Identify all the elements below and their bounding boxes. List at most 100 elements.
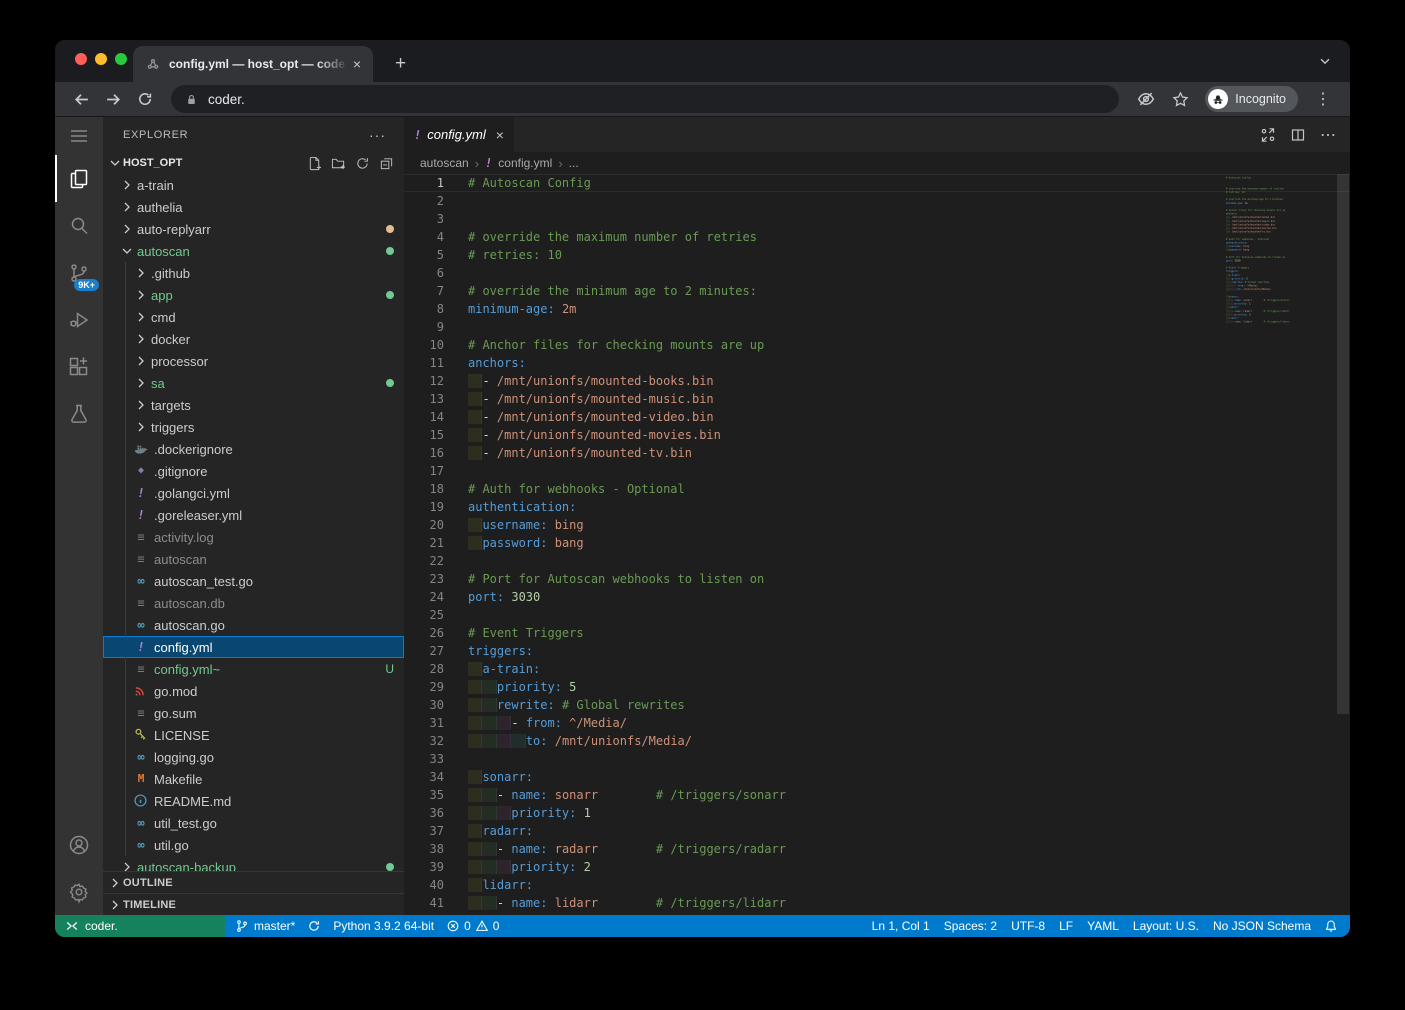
tree-item-autoscan-test-go[interactable]: ∞autoscan_test.go — [103, 570, 404, 592]
tree-item-sa[interactable]: sa — [103, 372, 404, 394]
status-item[interactable]: Layout: U.S. — [1126, 919, 1206, 933]
code-line-30[interactable]: 30 rewrite: # Global rewrites — [404, 696, 1350, 714]
account-icon[interactable] — [55, 821, 103, 868]
tree-item-autoscan[interactable]: autoscan — [103, 240, 404, 262]
code-line-7[interactable]: 7# override the minimum age to 2 minutes… — [404, 282, 1350, 300]
code-line-23[interactable]: 23# Port for Autoscan webhooks to listen… — [404, 570, 1350, 588]
minimap[interactable]: # Autoscan Config# override the maximum … — [1226, 176, 1314, 915]
code-line-39[interactable]: 39 priority: 2 — [404, 858, 1350, 876]
open-changes-icon[interactable] — [1260, 127, 1276, 143]
window-minimize-button[interactable] — [95, 53, 107, 65]
status-item[interactable]: LF — [1052, 919, 1080, 933]
tree-item-autoscan[interactable]: ≡autoscan — [103, 548, 404, 570]
tab-search-chevron-icon[interactable] — [1318, 54, 1332, 73]
tree-item-autoscan-db[interactable]: ≡autoscan.db — [103, 592, 404, 614]
code-line-21[interactable]: 21 password: bang — [404, 534, 1350, 552]
new-file-icon[interactable] — [307, 156, 322, 171]
tree-item--github[interactable]: .github — [103, 262, 404, 284]
code-line-41[interactable]: 41 - name: lidarr # /triggers/lidarr — [404, 894, 1350, 912]
code-line-4[interactable]: 4# override the maximum number of retrie… — [404, 228, 1350, 246]
editor-tab-close-icon[interactable]: × — [496, 127, 504, 143]
code-line-5[interactable]: 5# retries: 10 — [404, 246, 1350, 264]
problems-item[interactable]: 0 0 — [440, 919, 505, 933]
code-line-26[interactable]: 26# Event Triggers — [404, 624, 1350, 642]
code-line-38[interactable]: 38 - name: radarr # /triggers/radarr — [404, 840, 1350, 858]
search-icon[interactable] — [55, 202, 103, 249]
status-item[interactable]: Ln 1, Col 1 — [865, 919, 937, 933]
browser-menu-icon[interactable]: ⋮ — [1308, 85, 1338, 113]
git-branch-item[interactable]: master* — [229, 915, 301, 937]
tree-item-license[interactable]: LICENSE — [103, 724, 404, 746]
views-more-icon[interactable]: ··· — [369, 127, 386, 143]
back-button[interactable] — [67, 85, 95, 113]
tree-item-autoscan-go[interactable]: ∞autoscan.go — [103, 614, 404, 636]
code-line-20[interactable]: 20 username: bing — [404, 516, 1350, 534]
code-line-24[interactable]: 24port: 3030 — [404, 588, 1350, 606]
code-line-2[interactable]: 2 — [404, 192, 1350, 210]
breadcrumb[interactable]: autoscan › ! config.yml › ... — [404, 152, 1350, 174]
code-line-37[interactable]: 37 radarr: — [404, 822, 1350, 840]
outline-section[interactable]: OUTLINE — [103, 871, 404, 893]
code-line-18[interactable]: 18# Auth for webhooks - Optional — [404, 480, 1350, 498]
code-line-31[interactable]: 31 - from: ^/Media/ — [404, 714, 1350, 732]
tree-item-readme-md[interactable]: README.md — [103, 790, 404, 812]
code-line-36[interactable]: 36 priority: 1 — [404, 804, 1350, 822]
notifications-bell-icon[interactable] — [1318, 915, 1344, 937]
browser-tab[interactable]: config.yml — host_opt — code × — [133, 46, 373, 82]
menu-icon[interactable] — [55, 117, 103, 155]
tree-item--dockerignore[interactable]: .dockerignore — [103, 438, 404, 460]
code-line-12[interactable]: 12 - /mnt/unionfs/mounted-books.bin — [404, 372, 1350, 390]
code-line-29[interactable]: 29 priority: 5 — [404, 678, 1350, 696]
tree-item--goreleaser-yml[interactable]: !.goreleaser.yml — [103, 504, 404, 526]
breadcrumb-folder[interactable]: autoscan — [420, 156, 469, 170]
workspace-root-row[interactable]: HOST_OPT — [103, 152, 404, 174]
scrollbar-thumb[interactable] — [1337, 174, 1349, 714]
status-item[interactable]: YAML — [1080, 919, 1126, 933]
tree-item-util-test-go[interactable]: ∞util_test.go — [103, 812, 404, 834]
tree-item--golangci-yml[interactable]: !.golangci.yml — [103, 482, 404, 504]
refresh-icon[interactable] — [355, 156, 370, 171]
settings-gear-icon[interactable] — [55, 868, 103, 915]
code-line-15[interactable]: 15 - /mnt/unionfs/mounted-movies.bin — [404, 426, 1350, 444]
editor-tab-config-yml[interactable]: ! config.yml × — [404, 117, 515, 152]
forward-button[interactable] — [99, 85, 127, 113]
tree-item-config-yml-[interactable]: ≡config.yml~U — [103, 658, 404, 680]
tree-item-docker[interactable]: docker — [103, 328, 404, 350]
tree-item-activity-log[interactable]: ≡activity.log — [103, 526, 404, 548]
eye-off-icon[interactable] — [1131, 85, 1161, 113]
tree-item--gitignore[interactable]: ◆.gitignore — [103, 460, 404, 482]
timeline-section[interactable]: TIMELINE — [103, 893, 404, 915]
collapse-folders-icon[interactable] — [379, 156, 394, 171]
code-line-34[interactable]: 34 sonarr: — [404, 768, 1350, 786]
reload-button[interactable] — [131, 85, 159, 113]
tree-item-app[interactable]: app — [103, 284, 404, 306]
code-line-14[interactable]: 14 - /mnt/unionfs/mounted-video.bin — [404, 408, 1350, 426]
tree-item-cmd[interactable]: cmd — [103, 306, 404, 328]
code-line-40[interactable]: 40 lidarr: — [404, 876, 1350, 894]
status-item[interactable]: Spaces: 2 — [937, 919, 1004, 933]
breadcrumb-file[interactable]: config.yml — [498, 156, 552, 170]
breadcrumb-symbol[interactable]: ... — [569, 156, 579, 170]
tree-item-authelia[interactable]: authelia — [103, 196, 404, 218]
code-line-28[interactable]: 28 a-train: — [404, 660, 1350, 678]
status-item[interactable]: No JSON Schema — [1206, 919, 1318, 933]
tree-item-targets[interactable]: targets — [103, 394, 404, 416]
new-folder-icon[interactable] — [331, 156, 346, 171]
sync-item[interactable] — [301, 915, 327, 937]
code-line-11[interactable]: 11anchors: — [404, 354, 1350, 372]
code-line-8[interactable]: 8minimum-age: 2m — [404, 300, 1350, 318]
code-line-22[interactable]: 22 — [404, 552, 1350, 570]
code-line-27[interactable]: 27triggers: — [404, 642, 1350, 660]
tree-item-util-go[interactable]: ∞util.go — [103, 834, 404, 856]
editor-more-icon[interactable]: ⋯ — [1320, 125, 1336, 145]
tree-item-a-train[interactable]: a-train — [103, 174, 404, 196]
remote-indicator[interactable]: coder. — [55, 915, 225, 937]
address-bar[interactable]: coder. — [171, 85, 1119, 113]
code-line-9[interactable]: 9 — [404, 318, 1350, 336]
code-line-25[interactable]: 25 — [404, 606, 1350, 624]
tree-item-makefile[interactable]: MMakefile — [103, 768, 404, 790]
code-line-16[interactable]: 16 - /mnt/unionfs/mounted-tv.bin — [404, 444, 1350, 462]
editor-scrollbar[interactable] — [1336, 174, 1350, 915]
new-tab-button[interactable]: + — [387, 46, 414, 82]
code-line-35[interactable]: 35 - name: sonarr # /triggers/sonarr — [404, 786, 1350, 804]
